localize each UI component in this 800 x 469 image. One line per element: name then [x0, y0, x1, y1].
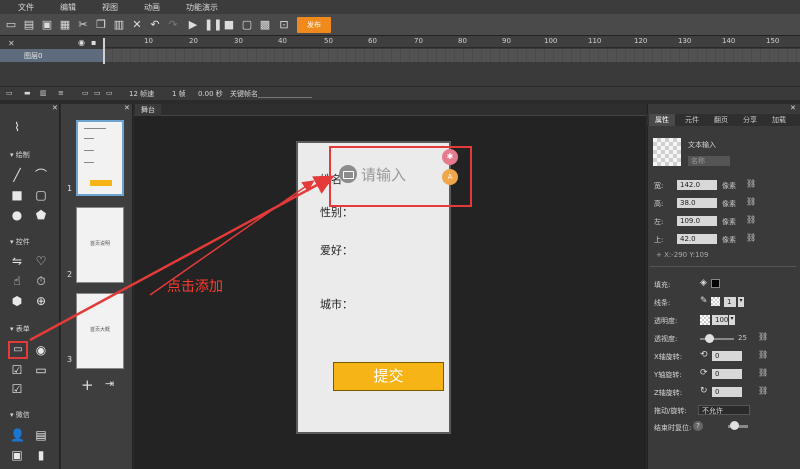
top-input[interactable]: 42.0 [677, 234, 717, 244]
top-unit: 像素 [722, 236, 736, 244]
left-unit: 像素 [722, 218, 736, 226]
divider [650, 266, 796, 267]
stroke-width-input[interactable]: 1 [724, 297, 736, 307]
link-icon[interactable]: ⛓ [746, 215, 756, 224]
width-unit: 像素 [722, 182, 736, 190]
opacity-label: 透明度: [654, 317, 678, 325]
y-rotate-icon: ⟳ [700, 368, 708, 378]
link-icon[interactable]: ⛓ [746, 197, 756, 206]
link-icon[interactable]: ⛓ [758, 368, 768, 377]
pen-icon[interactable]: ✎ [700, 296, 708, 306]
zrot-input[interactable]: 0 [712, 387, 742, 397]
height-label: 高: [654, 200, 664, 208]
tab-paging[interactable]: 翻页 [708, 114, 734, 126]
left-input[interactable]: 109.0 [677, 216, 717, 226]
width-label: 宽: [654, 182, 664, 190]
z-rotate-icon: ↻ [700, 386, 708, 396]
fill-label: 填充: [654, 281, 671, 289]
link-icon[interactable]: ⛓ [758, 332, 768, 341]
height-unit: 像素 [722, 200, 736, 208]
tab-share[interactable]: 分享 [737, 114, 763, 126]
blur-slider-thumb[interactable] [705, 334, 714, 343]
yrot-input[interactable]: 0 [712, 369, 742, 379]
element-name-input[interactable]: 名称 [688, 156, 730, 166]
drag-label: 拖动/旋转: [654, 407, 687, 415]
opacity-swatch [700, 315, 710, 325]
coords-value: X:-290 Y:109 [664, 251, 709, 259]
coords-readout: + X:-290 Y:109 [656, 251, 709, 259]
help-icon[interactable]: ? [693, 421, 703, 431]
tab-loading[interactable]: 加载 [766, 114, 792, 126]
reset-toggle-thumb[interactable] [730, 421, 739, 430]
link-icon[interactable]: ⛓ [758, 386, 768, 395]
reset-label: 结束时复位: [654, 424, 692, 432]
left-label: 左: [654, 218, 664, 226]
opacity-dropdown-icon[interactable]: ▾ [729, 315, 735, 325]
xrot-input[interactable]: 0 [712, 351, 742, 361]
blur-label: 透视度: [654, 335, 678, 343]
link-icon[interactable]: ⛓ [758, 350, 768, 359]
paint-bucket-icon[interactable]: ◈ [700, 278, 707, 288]
link-icon[interactable]: ⛓ [746, 179, 756, 188]
tab-elements[interactable]: 元件 [679, 114, 705, 126]
stroke-dropdown-icon[interactable]: ▾ [738, 297, 744, 307]
element-thumbnail [653, 138, 681, 166]
stroke-color-swatch[interactable] [711, 297, 720, 306]
x-rotate-icon: ⟲ [700, 350, 708, 360]
blur-value: 25 [738, 334, 747, 342]
top-label: 上: [654, 236, 664, 244]
width-input[interactable]: 142.0 [677, 180, 717, 190]
opacity-input[interactable]: 100 [712, 315, 728, 325]
arrow-main [29, 175, 335, 342]
stroke-label: 线条: [654, 299, 671, 307]
yrot-label: Y轴旋转: [654, 371, 682, 379]
tab-properties[interactable]: 属性 [649, 114, 675, 126]
zrot-label: Z轴旋转: [654, 389, 683, 397]
link-icon[interactable]: ⛓ [746, 233, 756, 242]
props-close-icon[interactable]: ✕ [790, 104, 796, 112]
drag-select[interactable]: 不允许 [698, 405, 750, 415]
xrot-label: X轴旋转: [654, 353, 683, 361]
height-input[interactable]: 38.0 [677, 198, 717, 208]
fill-color-swatch[interactable] [711, 279, 720, 288]
element-type: 文本输入 [688, 141, 716, 149]
annotation-text: 点击添加 [167, 279, 223, 295]
